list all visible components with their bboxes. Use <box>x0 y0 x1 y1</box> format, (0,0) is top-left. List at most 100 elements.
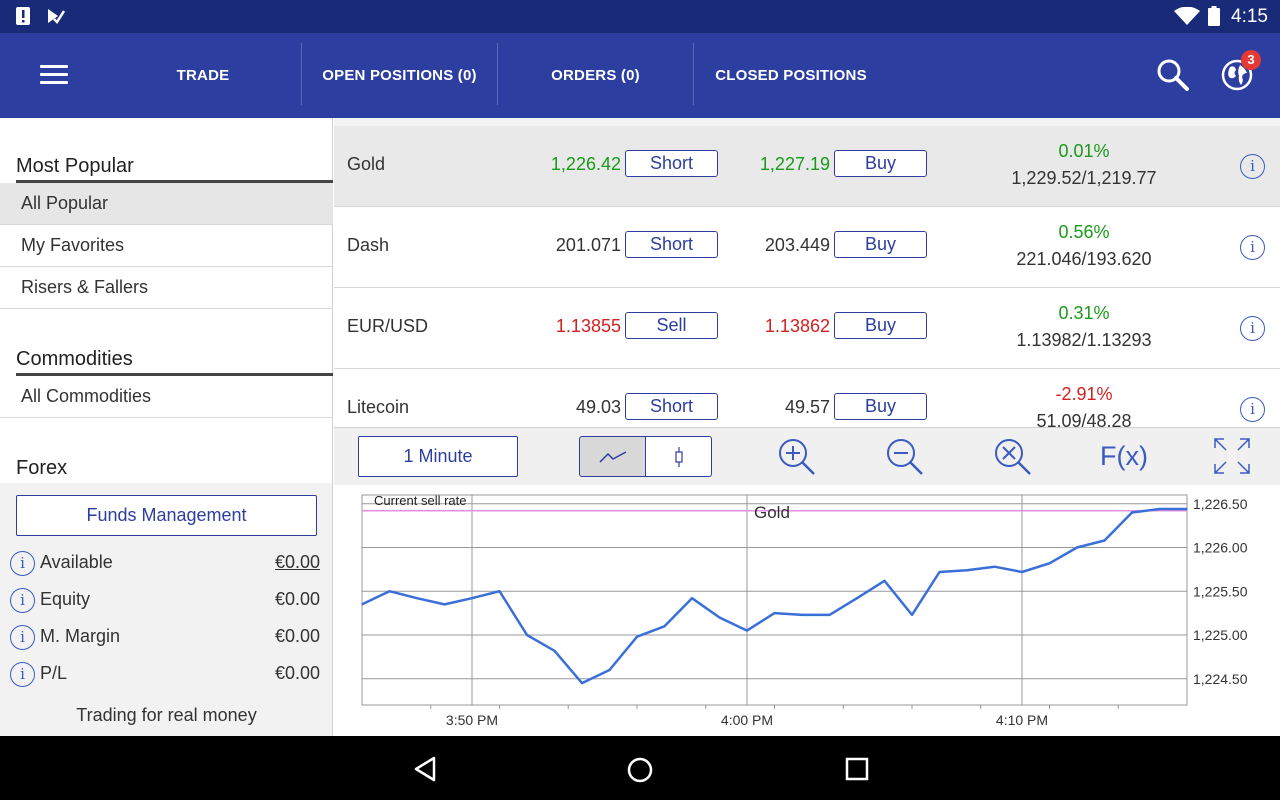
hamburger-menu-icon[interactable] <box>40 65 68 85</box>
price-data-point <box>443 603 446 605</box>
price-chart-svg[interactable]: 1,226.50 1,226.00 1,225.50 1,225.00 1,224.50… <box>334 485 1280 736</box>
home-icon[interactable] <box>626 756 654 784</box>
sell-price: 1.13855 <box>555 316 621 336</box>
search-icon[interactable] <box>1156 58 1190 92</box>
price-data-point <box>526 634 528 636</box>
price-data-point <box>1048 562 1051 564</box>
price-data-point <box>883 580 886 582</box>
price-data-point <box>746 630 748 632</box>
line-chart-toggle[interactable] <box>579 436 646 477</box>
price-data-point <box>581 682 583 684</box>
tab-trade[interactable]: TRADE <box>105 33 301 118</box>
funds-row-pl: i P/L €0.00 <box>10 661 320 689</box>
sell-button[interactable]: Sell <box>625 312 718 339</box>
fullscreen-button[interactable] <box>1210 434 1254 478</box>
line-chart-icon <box>598 450 626 463</box>
price-data-point <box>361 603 363 605</box>
back-icon[interactable] <box>413 756 437 782</box>
info-icon[interactable]: i <box>10 662 35 687</box>
price-data-point <box>966 569 968 571</box>
price-data-point <box>856 597 858 599</box>
instrument-row-eurusd[interactable]: EUR/USD 1.13855 Sell 1.13862 Buy 0.31% 1… <box>334 288 1280 369</box>
info-icon[interactable]: i <box>10 625 35 650</box>
buy-price: 1,227.19 <box>759 154 830 174</box>
zoom-out-icon <box>887 439 923 475</box>
short-button[interactable]: Short <box>625 150 718 177</box>
sell-price: 49.03 <box>575 397 621 417</box>
short-button[interactable]: Short <box>625 231 718 258</box>
change-percent: -2.91% <box>1055 384 1113 404</box>
app-bar: TRADE OPEN POSITIONS (0) ORDERS (0) CLOS… <box>0 33 1280 118</box>
available-value-link[interactable]: €0.00 <box>275 552 320 573</box>
instrument-row-dash[interactable]: Dash 201.071 Short 203.449 Buy 0.56% 221… <box>334 207 1280 288</box>
zoom-in-icon <box>779 439 815 475</box>
sidebar-item-risers-fallers[interactable]: Risers & Fallers <box>0 267 333 309</box>
battery-icon <box>1208 6 1220 26</box>
y-tick-label: 1,226.00 <box>1193 540 1248 556</box>
buy-button[interactable]: Buy <box>834 150 927 177</box>
funds-management-button[interactable]: Funds Management <box>16 495 317 536</box>
info-icon[interactable]: i <box>1240 154 1265 179</box>
instrument-row-gold[interactable]: Gold 1,226.42 Short 1,227.19 Buy 0.01% 1… <box>334 126 1280 207</box>
clock: 4:15 <box>1231 6 1268 27</box>
price-data-point <box>388 590 391 592</box>
price-data-point <box>938 571 941 573</box>
notification-badge: 3 <box>1241 50 1261 70</box>
sidebar-item-all-commodities[interactable]: All Commodities <box>0 376 333 418</box>
buy-price: 49.57 <box>784 397 830 417</box>
price-data-point <box>1021 571 1023 573</box>
tab-closed-positions[interactable]: CLOSED POSITIONS <box>694 33 888 118</box>
zoom-out-button[interactable] <box>882 434 926 478</box>
buy-price: 203.449 <box>764 235 830 255</box>
high-low-range: 51.09/48.28 <box>1036 411 1132 427</box>
price-data-point <box>1076 546 1078 549</box>
chart-title: Gold <box>754 503 790 522</box>
plot-frame <box>361 494 1188 706</box>
tab-orders[interactable]: ORDERS (0) <box>498 33 693 118</box>
high-low-range: 1.13982/1.13293 <box>1016 330 1152 350</box>
high-low-range: 221.046/193.620 <box>1016 249 1152 269</box>
price-data-point <box>993 566 996 568</box>
short-button[interactable]: Short <box>625 393 718 420</box>
y-tick-label: 1,224.50 <box>1193 671 1248 687</box>
recents-icon[interactable] <box>845 757 869 781</box>
info-icon[interactable]: i <box>10 588 35 613</box>
real-money-label: Trading for real money <box>76 705 257 725</box>
section-title-forex: Forex <box>16 457 68 479</box>
download-notification-icon <box>48 9 66 24</box>
price-data-point <box>1131 511 1133 514</box>
price-data-point <box>1186 508 1188 510</box>
info-icon[interactable]: i <box>1240 235 1265 260</box>
zoom-in-button[interactable] <box>774 434 818 478</box>
candlestick-chart-toggle[interactable] <box>645 436 712 477</box>
price-data-point <box>773 612 776 614</box>
funds-row-available: i Available €0.00 <box>10 550 320 578</box>
chart-toolbar: 1 Minute F(x) <box>334 427 1280 485</box>
y-tick-label: 1,226.50 <box>1193 496 1248 512</box>
price-data-point <box>1158 508 1161 510</box>
price-chart[interactable]: 1,226.50 1,226.00 1,225.50 1,225.00 1,224.50… <box>334 485 1280 736</box>
info-icon[interactable]: i <box>10 551 35 576</box>
alert-notification-icon <box>16 7 30 25</box>
zoom-reset-button[interactable] <box>990 434 1034 478</box>
instrument-list: Gold 1,226.42 Short 1,227.19 Buy 0.01% 1… <box>334 118 1280 427</box>
change-percent: 0.56% <box>1058 222 1110 242</box>
price-data-point <box>416 597 418 599</box>
indicators-button[interactable]: F(x) <box>1094 434 1154 478</box>
sidebar-item-all-popular[interactable]: All Popular <box>0 183 333 225</box>
buy-button[interactable]: Buy <box>834 393 927 420</box>
buy-button[interactable]: Buy <box>834 312 927 339</box>
price-data-point <box>498 590 501 592</box>
tab-open-positions[interactable]: OPEN POSITIONS (0) <box>302 33 497 118</box>
current-sell-rate-label: Current sell rate <box>374 493 466 508</box>
sidebar-item-my-favorites[interactable]: My Favorites <box>0 225 333 267</box>
funds-row-margin: i M. Margin €0.00 <box>10 624 320 652</box>
wifi-icon <box>1174 7 1200 25</box>
buy-button[interactable]: Buy <box>834 231 927 258</box>
info-icon[interactable]: i <box>1240 397 1265 422</box>
info-icon[interactable]: i <box>1240 316 1265 341</box>
expand-icon <box>1214 438 1250 474</box>
price-data-point <box>1103 539 1106 542</box>
instrument-row-litecoin[interactable]: Litecoin 49.03 Short 49.57 Buy -2.91% 51… <box>334 369 1280 427</box>
timeframe-button[interactable]: 1 Minute <box>358 436 518 477</box>
